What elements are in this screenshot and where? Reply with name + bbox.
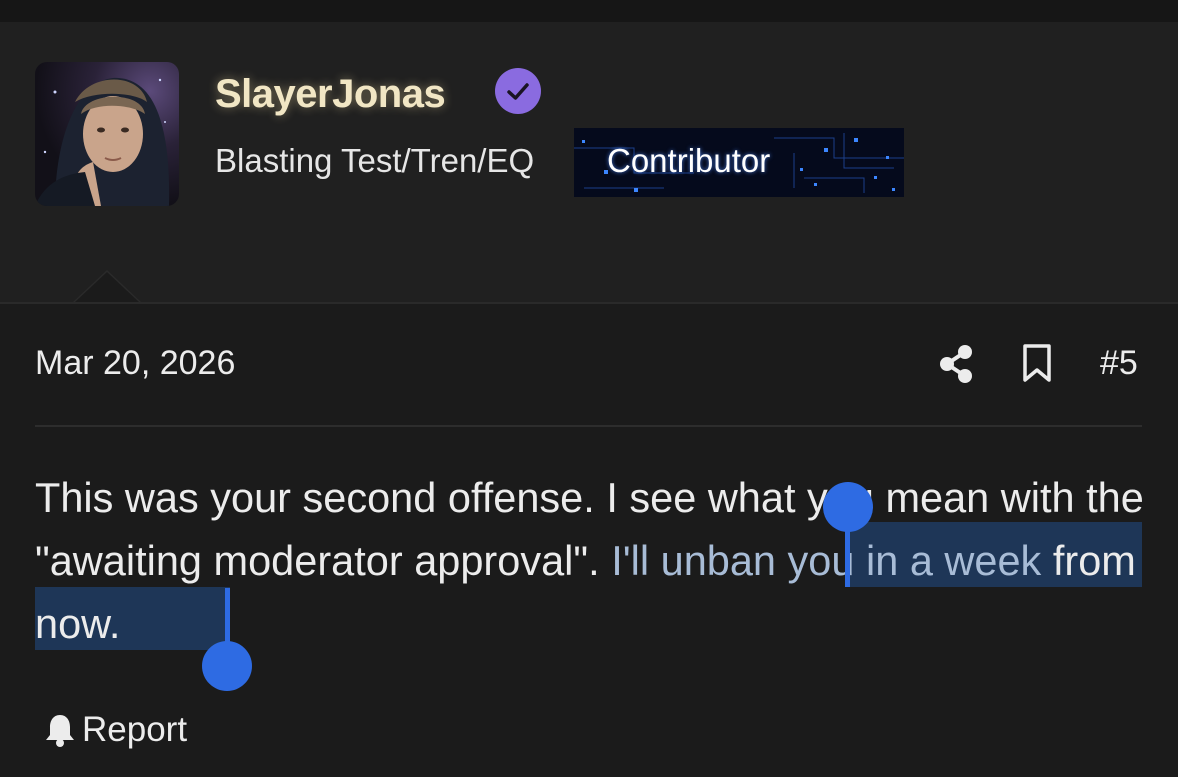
share-button[interactable] bbox=[936, 342, 976, 386]
post-date[interactable]: Mar 20, 2026 bbox=[35, 344, 235, 383]
verified-badge bbox=[495, 68, 541, 114]
share-icon bbox=[940, 345, 972, 383]
avatar[interactable] bbox=[35, 62, 179, 206]
check-circle-icon bbox=[507, 83, 529, 100]
bell-icon bbox=[46, 715, 74, 747]
author-divider bbox=[0, 302, 1178, 304]
contributor-badge: Contributor bbox=[574, 128, 904, 197]
top-bar bbox=[0, 0, 1178, 22]
report-label: Report bbox=[82, 710, 188, 749]
bookmark-button[interactable] bbox=[1020, 342, 1054, 386]
post-divider bbox=[35, 425, 1142, 427]
avatar-image bbox=[35, 77, 170, 206]
panel-pointer bbox=[75, 272, 139, 302]
selection-start-caret bbox=[845, 512, 850, 587]
report-button[interactable]: Report bbox=[44, 708, 187, 752]
bookmark-icon bbox=[1023, 344, 1051, 382]
user-title: Blasting Test/Tren/EQ bbox=[215, 142, 535, 179]
selection-end-handle[interactable] bbox=[202, 641, 252, 691]
post-number[interactable]: #5 bbox=[1100, 344, 1138, 383]
selected-text: I'll unban you in a week bbox=[611, 537, 1042, 584]
post-message[interactable]: This was your second offense. I see what… bbox=[35, 466, 1145, 655]
username[interactable]: SlayerJonas bbox=[215, 72, 446, 117]
forum-post: SlayerJonas Blasting Test/Tren/EQ Contri… bbox=[0, 0, 1178, 777]
badge-label: Contributor bbox=[607, 142, 771, 179]
